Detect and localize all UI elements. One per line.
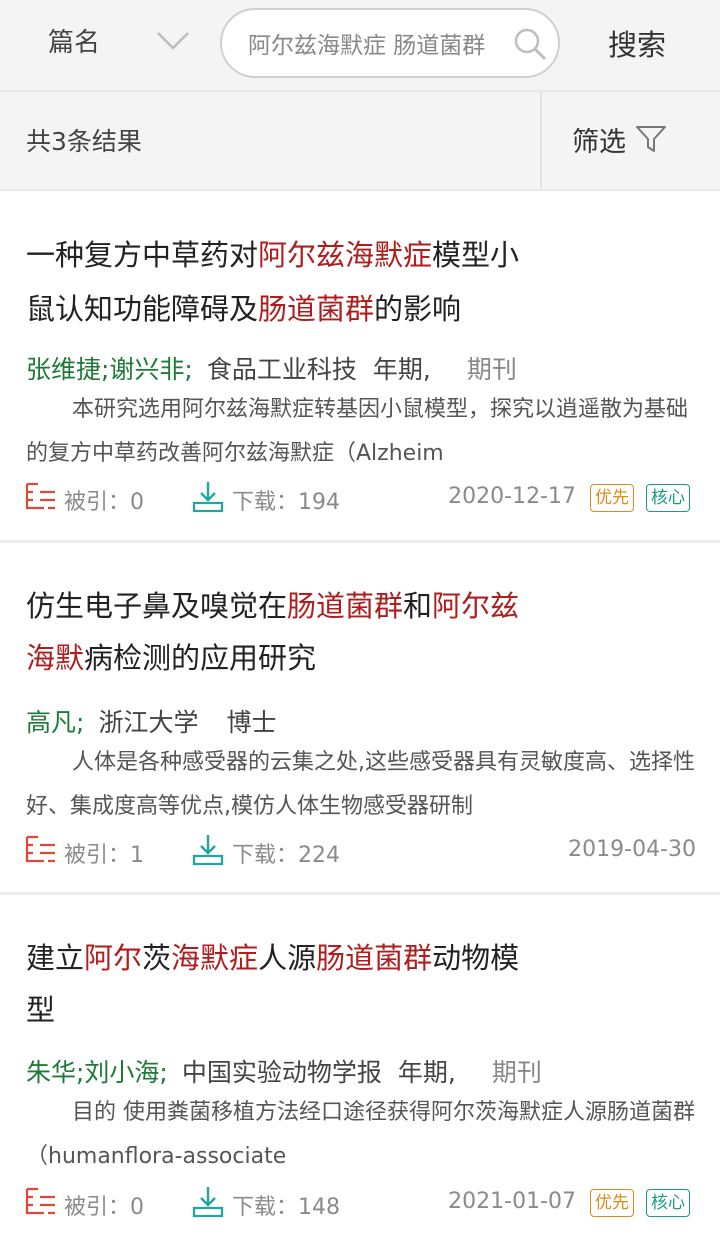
title-keyword: 阿尔 [84,941,143,975]
title-text: 动物模 [432,941,520,975]
title-text: 型 [26,993,56,1027]
article-item[interactable]: 建立阿尔茨海默症人源肠道菌群动物模 型 朱华;刘小海; 中国实验动物学报 年期, 期刊… [0,895,720,1241]
article-type: 博士 [226,708,277,737]
title-keyword: 阿尔兹 [432,589,520,623]
search-icon[interactable] [512,26,548,62]
article-type: 期刊 [491,1058,542,1087]
download-icon[interactable] [192,480,224,514]
title-text: 病检测的应用研究 [84,641,317,675]
title-text: 仿生电子鼻及嗅觉在 [26,589,288,623]
article-item[interactable]: 一种复方中草药对阿尔兹海默症模型小 鼠认知功能障碍及肠道菌群的影响 张维捷;谢兴… [0,190,720,542]
article-year: 年期, [372,355,431,384]
search-field-select[interactable]: 篇名 [48,22,100,59]
article-year: 年期, [397,1058,456,1087]
download-count: 下载：194 [232,484,340,516]
article-date: 2021-01-07 [448,1189,576,1214]
cite-label: 被引： [64,1195,131,1220]
cite-label: 被引： [64,843,131,868]
title-keyword: 肠道菌群 [287,589,404,623]
cite-count: 被引：0 [64,484,144,516]
title-keyword: 肠道菌群 [258,292,375,326]
download-label: 下载： [232,1195,299,1220]
title-keyword: 海默症 [171,941,259,975]
title-text: 的影响 [374,292,462,326]
search-box[interactable] [220,8,560,78]
title-text: 和 [403,589,433,623]
search-bar: 篇名 搜索 [0,0,720,90]
result-count: 共3条结果 [26,127,142,156]
cite-value: 0 [130,490,145,515]
search-input[interactable] [248,30,518,56]
article-stats: 被引：0 下载：148 2021-01-07 优先 核心 [0,1185,720,1225]
article-type: 期刊 [466,355,517,384]
download-count: 下载：148 [232,1189,340,1221]
title-text: 人源 [258,941,317,975]
title-text: 茨 [142,941,172,975]
filter-icon[interactable] [635,124,667,154]
badge-priority: 优先 [590,484,634,512]
download-label: 下载： [232,843,299,868]
badge-core: 核心 [646,1189,690,1217]
download-value: 224 [298,843,341,868]
cite-icon [25,1187,55,1215]
article-stats: 被引：0 下载：194 2020-12-17 优先 核心 [0,480,720,520]
cite-value: 0 [130,1195,145,1220]
chevron-down-icon[interactable] [156,30,190,52]
download-count: 下载：224 [232,837,340,869]
article-abstract: 本研究选用阿尔兹海默症转基因小鼠模型，探究以逍遥散为基础的复方中草药改善阿尔兹海… [26,397,689,466]
article-title-line[interactable]: 一种复方中草药对阿尔兹海默症模型小 [26,228,586,282]
article-authors[interactable]: 张维捷;谢兴非; [26,355,193,384]
filter-button[interactable]: 筛选 [572,120,626,159]
article-title-line[interactable]: 海默病检测的应用研究 [26,631,586,685]
cite-label: 被引： [64,490,131,515]
cite-icon [25,482,55,510]
article-authors[interactable]: 高凡; [26,708,84,737]
article-authors[interactable]: 朱华;刘小海; [26,1058,168,1087]
article-item[interactable]: 仿生电子鼻及嗅觉在肠道菌群和阿尔兹 海默病检测的应用研究 高凡; 浙江大学 博士 人… [0,543,720,893]
article-date: 2020-12-17 [448,484,576,509]
article-source[interactable]: 中国实验动物学报 [182,1058,382,1087]
title-text: 一种复方中草药对 [26,238,259,272]
cite-value: 1 [130,843,145,868]
cite-count: 被引：1 [64,837,144,869]
article-title-line[interactable]: 仿生电子鼻及嗅觉在肠道菌群和阿尔兹 [26,579,586,633]
badge-core: 核心 [646,484,690,512]
article-abstract: 人体是各种感受器的云集之处,这些感受器具有灵敏度高、选择性好、集成度高等优点,模… [26,750,695,819]
badge-priority: 优先 [590,1189,634,1217]
search-button[interactable]: 搜索 [608,22,666,64]
article-title-line[interactable]: 建立阿尔茨海默症人源肠道菌群动物模 [26,931,586,985]
article-stats: 被引：1 下载：224 2019-04-30 [0,833,720,873]
article-abstract: 目的 使用粪菌移植方法经口途径获得阿尔茨海默症人源肠道菌群（humanflora… [26,1100,695,1169]
article-date: 2019-04-30 [568,837,696,862]
article-source[interactable]: 食品工业科技 [207,355,357,384]
title-text: 建立 [26,941,85,975]
title-keyword: 阿尔兹海默症 [258,238,433,272]
cite-count: 被引：0 [64,1189,144,1221]
article-meta: 高凡; 浙江大学 博士 [26,703,276,739]
download-label: 下载： [232,490,299,515]
result-bar: 共3条结果 筛选 [0,92,720,190]
title-text: 鼠认知功能障碍及 [26,292,259,326]
article-source[interactable]: 浙江大学 [98,708,198,737]
download-icon[interactable] [192,833,224,867]
download-value: 148 [298,1195,341,1220]
article-meta: 朱华;刘小海; 中国实验动物学报 年期, 期刊 [26,1053,542,1089]
download-value: 194 [298,490,341,515]
download-icon[interactable] [192,1185,224,1219]
cite-icon [25,835,55,863]
title-text: 模型小 [432,238,520,272]
divider [540,92,542,190]
title-keyword: 肠道菌群 [316,941,433,975]
article-title-line[interactable]: 鼠认知功能障碍及肠道菌群的影响 [26,282,586,336]
title-keyword: 海默 [26,641,85,675]
article-title-line[interactable]: 型 [26,983,586,1037]
article-meta: 张维捷;谢兴非; 食品工业科技 年期, 期刊 [26,350,517,386]
